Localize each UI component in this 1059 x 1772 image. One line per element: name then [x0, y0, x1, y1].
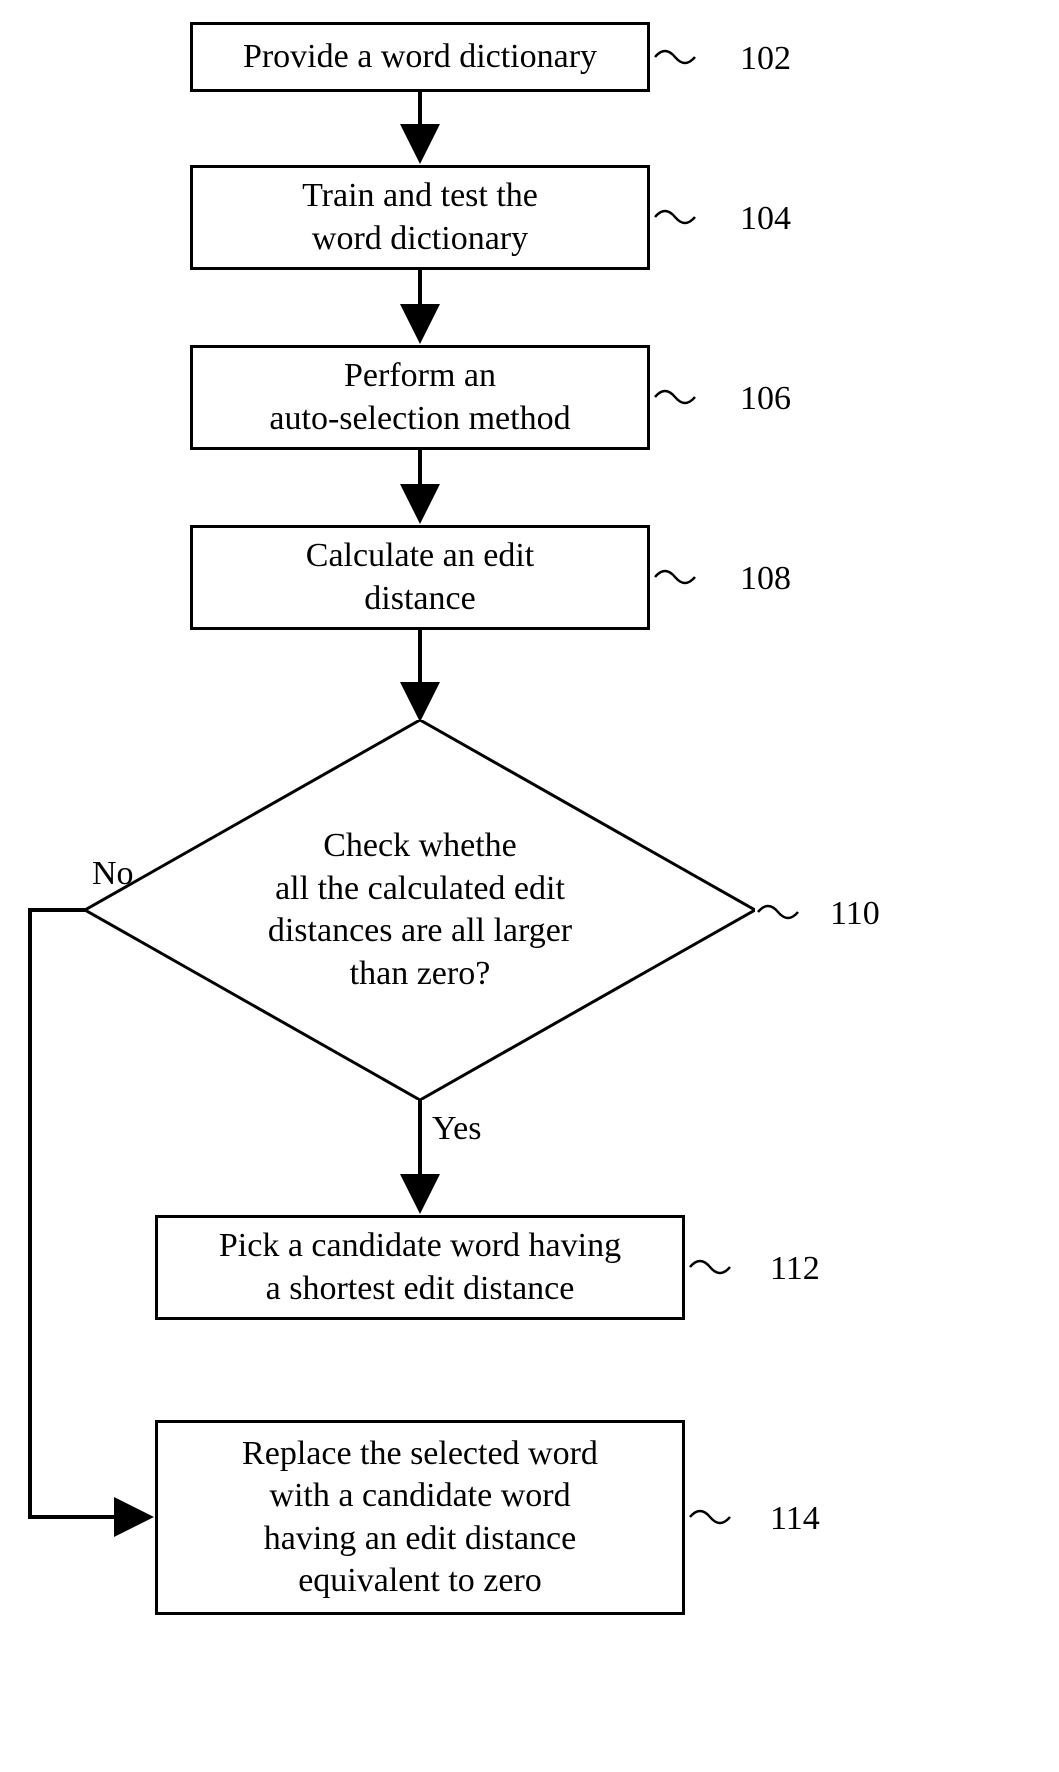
- ref-connector-114: [690, 1511, 730, 1523]
- ref-102: 102: [740, 40, 791, 78]
- ref-106: 106: [740, 380, 791, 418]
- step-110-decision: Check whethe all the calculated edit dis…: [85, 720, 755, 1100]
- step-108-box: Calculate an edit distance: [190, 525, 650, 630]
- step-110-text: Check whethe all the calculated edit dis…: [268, 825, 572, 995]
- ref-connector-106: [655, 391, 695, 403]
- step-102-text: Provide a word dictionary: [243, 36, 597, 79]
- ref-connector-108: [655, 571, 695, 583]
- step-106-text: Perform an auto-selection method: [269, 355, 570, 440]
- step-114-text: Replace the selected word with a candida…: [242, 1433, 598, 1603]
- step-108-text: Calculate an edit distance: [306, 535, 534, 620]
- step-102-box: Provide a word dictionary: [190, 22, 650, 92]
- ref-110: 110: [830, 895, 880, 933]
- edge-no-label: No: [92, 855, 134, 893]
- ref-connector-112: [690, 1261, 730, 1273]
- ref-connector-102: [655, 51, 695, 63]
- ref-112: 112: [770, 1250, 820, 1288]
- step-104-box: Train and test the word dictionary: [190, 165, 650, 270]
- step-106-box: Perform an auto-selection method: [190, 345, 650, 450]
- ref-114: 114: [770, 1500, 820, 1538]
- ref-connector-104: [655, 211, 695, 223]
- step-114-box: Replace the selected word with a candida…: [155, 1420, 685, 1615]
- ref-108: 108: [740, 560, 791, 598]
- step-112-text: Pick a candidate word having a shortest …: [219, 1225, 621, 1310]
- ref-connector-110: [758, 906, 798, 918]
- edge-yes-label: Yes: [432, 1110, 481, 1148]
- ref-104: 104: [740, 200, 791, 238]
- step-104-text: Train and test the word dictionary: [302, 175, 538, 260]
- flowchart: Provide a word dictionary Train and test…: [0, 0, 1059, 1772]
- step-112-box: Pick a candidate word having a shortest …: [155, 1215, 685, 1320]
